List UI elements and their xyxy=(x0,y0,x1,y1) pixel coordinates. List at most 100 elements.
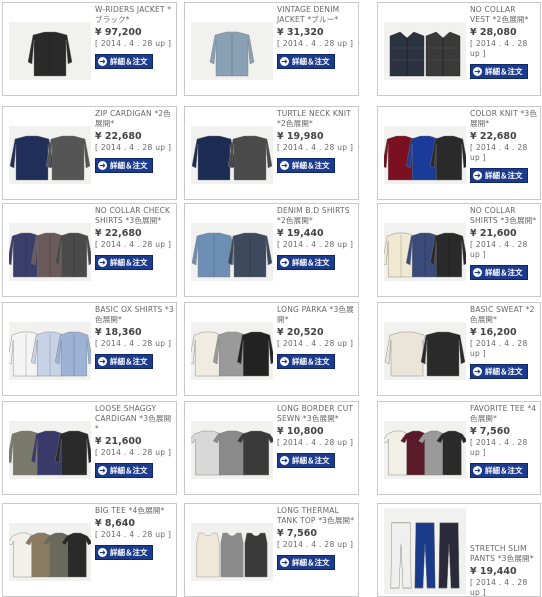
product-thumbnail[interactable] xyxy=(384,322,466,380)
product-name[interactable]: LOOSE SHAGGY CARDIGAN *3色展開* xyxy=(95,404,174,434)
product-info: BASIC SWEAT *2色展開* ¥ 16,200[ 2014 . 4 . 2… xyxy=(470,305,538,379)
garment-item xyxy=(244,532,268,578)
product-thumbnail[interactable] xyxy=(9,523,91,581)
details-order-label: 詳細＆注文 xyxy=(292,456,330,465)
details-order-button[interactable]: ➜ 詳細＆注文 xyxy=(277,54,335,69)
product-name[interactable]: LONG BORDER CUT SEWN *3色展開* xyxy=(277,404,356,424)
details-order-button[interactable]: ➜ 詳細＆注文 xyxy=(277,555,335,570)
product-thumbnail[interactable] xyxy=(384,22,466,80)
product-info: LONG BORDER CUT SEWN *3色展開* ¥ 10,800[ 201… xyxy=(277,404,356,468)
details-order-label: 詳細＆注文 xyxy=(292,57,330,66)
details-order-button[interactable]: ➜ 詳細＆注文 xyxy=(95,463,153,478)
details-order-label: 詳細＆注文 xyxy=(292,258,330,267)
product-thumbnail[interactable] xyxy=(384,126,466,184)
product-thumbnail[interactable] xyxy=(9,126,91,184)
product-thumbnail[interactable] xyxy=(191,126,273,184)
release-date: [ 2014 . 4 . 28 up ] xyxy=(277,143,354,152)
product-name[interactable]: W-RIDERS JACKET *ブラック* xyxy=(95,5,174,25)
arrow-right-icon: ➜ xyxy=(98,548,107,557)
product-card: FAVORITE TEE *4色展開* ¥ 7,560[ 2014 . 4 . 2… xyxy=(377,401,541,495)
garment-item xyxy=(438,522,460,589)
product-name[interactable]: DENIM B.D SHIRTS *2色展開* xyxy=(277,206,356,226)
details-order-button[interactable]: ➜ 詳細＆注文 xyxy=(95,158,153,173)
details-order-button[interactable]: ➜ 詳細＆注文 xyxy=(470,364,528,379)
product-card: NO COLLAR CHECK SHIRTS *3色展開* ¥ 22,680[ 2… xyxy=(2,203,177,297)
product-card: BASIC OX SHIRTS *3色展開* ¥ 18,360[ 2014 . 4… xyxy=(2,302,177,396)
product-thumbnail[interactable] xyxy=(384,223,466,281)
details-order-button[interactable]: ➜ 詳細＆注文 xyxy=(470,265,528,280)
product-name[interactable]: ZIP CARDIGAN *2色展開* xyxy=(95,109,174,129)
product-thumbnail[interactable] xyxy=(191,523,273,581)
product-photo xyxy=(384,331,466,377)
product-name[interactable]: LONG PARKA *3色展開* xyxy=(277,305,356,325)
product-card: BIG TEE *4色展開* ¥ 8,640[ 2014 . 4 . 28 up … xyxy=(2,503,177,597)
details-order-button[interactable]: ➜ 詳細＆注文 xyxy=(95,354,153,369)
product-thumbnail[interactable] xyxy=(9,223,91,281)
product-thumbnail[interactable] xyxy=(384,508,466,594)
product-name[interactable]: VINTAGE DENIM JACKET *ブルー* xyxy=(277,5,356,25)
product-price: ¥ 10,800 xyxy=(277,426,324,437)
product-name[interactable]: BIG TEE *4色展開* xyxy=(95,506,174,516)
product-photo xyxy=(384,135,466,181)
product-name[interactable]: BASIC OX SHIRTS *3色展開* xyxy=(95,305,174,325)
release-date: [ 2014 . 4 . 28 up ] xyxy=(277,240,354,249)
details-order-button[interactable]: ➜ 詳細＆注文 xyxy=(277,453,335,468)
details-order-label: 詳細＆注文 xyxy=(292,161,330,170)
product-info: BASIC OX SHIRTS *3色展開* ¥ 18,360[ 2014 . 4… xyxy=(95,305,174,369)
product-thumbnail[interactable] xyxy=(191,322,273,380)
product-info: NO COLLAR CHECK SHIRTS *3色展開* ¥ 22,680[ 2… xyxy=(95,206,174,270)
product-thumbnail[interactable] xyxy=(9,322,91,380)
garment-item xyxy=(45,135,91,181)
product-name[interactable]: STRETCH SLIM PANTS *3色展開* xyxy=(470,544,538,564)
product-photo xyxy=(389,31,461,77)
product-thumbnail[interactable] xyxy=(9,22,91,80)
product-card: NO COLLAR SHIRTS *3色展開* ¥ 21,600[ 2014 . … xyxy=(377,203,541,297)
product-price: ¥ 8,640 xyxy=(95,518,135,529)
details-order-button[interactable]: ➜ 詳細＆注文 xyxy=(95,255,153,270)
product-name[interactable]: COLOR KNIT *3色展開* xyxy=(470,109,538,129)
product-card: W-RIDERS JACKET *ブラック* ¥ 97,200[ 2014 . 4… xyxy=(2,2,177,96)
garment-item xyxy=(27,31,73,77)
product-info: ZIP CARDIGAN *2色展開* ¥ 22,680[ 2014 . 4 . … xyxy=(95,109,174,173)
product-name[interactable]: BASIC SWEAT *2色展開* xyxy=(470,305,538,325)
product-thumbnail[interactable] xyxy=(384,421,466,479)
product-price: ¥ 28,080 xyxy=(470,27,517,38)
release-date: [ 2014 . 4 . 28 up ] xyxy=(470,438,528,457)
product-price: ¥ 97,200 xyxy=(95,27,142,38)
product-name[interactable]: LONG THERMAL TANK TOP *3色展開* xyxy=(277,506,356,526)
garment-item xyxy=(227,135,273,181)
product-thumbnail[interactable] xyxy=(191,22,273,80)
arrow-right-icon: ➜ xyxy=(98,258,107,267)
product-price: ¥ 21,600 xyxy=(95,436,142,447)
details-order-button[interactable]: ➜ 詳細＆注文 xyxy=(470,168,528,183)
product-photo xyxy=(9,331,91,377)
product-thumbnail[interactable] xyxy=(191,421,273,479)
product-info: FAVORITE TEE *4色展開* ¥ 7,560[ 2014 . 4 . 2… xyxy=(470,404,538,478)
product-name[interactable]: NO COLLAR CHECK SHIRTS *3色展開* xyxy=(95,206,174,226)
details-order-button[interactable]: ➜ 詳細＆注文 xyxy=(95,545,153,560)
product-card: VINTAGE DENIM JACKET *ブルー* ¥ 31,320[ 2014… xyxy=(184,2,359,96)
arrow-right-icon: ➜ xyxy=(280,456,289,465)
arrow-right-icon: ➜ xyxy=(473,67,482,76)
details-order-button[interactable]: ➜ 詳細＆注文 xyxy=(95,54,153,69)
product-name[interactable]: NO COLLAR SHIRTS *3色展開* xyxy=(470,206,538,226)
release-date: [ 2014 . 4 . 28 up ] xyxy=(95,530,172,539)
product-photo xyxy=(384,232,466,278)
details-order-button[interactable]: ➜ 詳細＆注文 xyxy=(277,255,335,270)
product-card: ZIP CARDIGAN *2色展開* ¥ 22,680[ 2014 . 4 . … xyxy=(2,106,177,200)
product-name[interactable]: TURTLE NECK KNIT *2色展開* xyxy=(277,109,356,129)
details-order-button[interactable]: ➜ 詳細＆注文 xyxy=(277,158,335,173)
details-order-button[interactable]: ➜ 詳細＆注文 xyxy=(277,354,335,369)
product-photo xyxy=(9,532,91,578)
product-price: ¥ 7,560 xyxy=(277,528,317,539)
product-thumbnail[interactable] xyxy=(9,421,91,479)
product-name[interactable]: FAVORITE TEE *4色展開* xyxy=(470,404,538,424)
details-order-button[interactable]: ➜ 詳細＆注文 xyxy=(470,64,528,79)
release-date: [ 2014 . 4 . 28 up ] xyxy=(95,339,172,348)
product-name[interactable]: NO COLLAR VEST *2色展開* xyxy=(470,5,538,25)
release-date: [ 2014 . 4 . 28 up ] xyxy=(277,540,354,549)
details-order-button[interactable]: ➜ 詳細＆注文 xyxy=(470,463,528,478)
details-order-label: 詳細＆注文 xyxy=(485,67,523,76)
product-thumbnail[interactable] xyxy=(191,223,273,281)
product-photo xyxy=(191,331,273,377)
